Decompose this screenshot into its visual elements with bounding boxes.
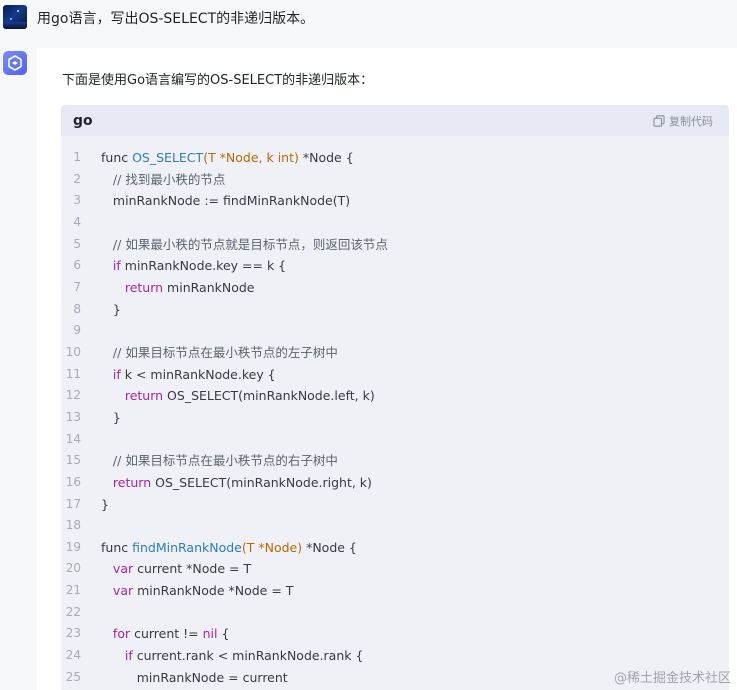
code-line-text: func findMinRankNode(T *Node) *Node { (101, 539, 357, 555)
line-number: 25 (65, 669, 81, 684)
line-number: 7 (73, 279, 81, 294)
watermark: @稀土掘金技术社区 (613, 671, 731, 686)
code-line: 23 for current != nil { (61, 623, 729, 645)
line-number: 22 (65, 604, 81, 619)
code-line: 13 } (61, 407, 729, 429)
star-dot (10, 18, 12, 20)
code-line-text: return OS_SELECT(minRankNode.right, k) (112, 474, 372, 490)
code-line-text: return minRankNode (124, 279, 255, 295)
line-number: 20 (65, 561, 81, 576)
star-dot (17, 10, 19, 12)
assistant-avatar (3, 51, 27, 75)
code-body[interactable]: 1 func OS_SELECT(T *Node, k int) *Node { 2… (61, 136, 729, 688)
code-line: 11 if k < minRankNode.key { (61, 364, 729, 386)
code-line: 1 func OS_SELECT(T *Node, k int) *Node { (61, 147, 729, 169)
code-line: 10 // 如果目标节点在最小秩节点的左子树中 (61, 342, 729, 364)
code-line-text: // 如果最小秩的节点就是目标节点，则返回该节点 (112, 236, 388, 252)
line-number: 4 (73, 214, 81, 229)
line-number: 3 (73, 193, 81, 208)
chat-page: 用go语言，写出OS-SELECT的非递归版本。 下面是使用Go语言编写的OS-… (0, 0, 737, 690)
code-line-text: minRankNode = current (101, 669, 288, 685)
code-line: 5 // 如果最小秩的节点就是目标节点，则返回该节点 (61, 234, 729, 256)
line-number: 12 (65, 388, 81, 403)
code-line-text: minRankNode := findMinRankNode(T) (101, 193, 351, 209)
line-number: 18 (65, 518, 81, 533)
line-number: 10 (65, 344, 81, 359)
line-number: 8 (73, 301, 81, 316)
code-line-text: var minRankNode *Node = T (112, 583, 294, 599)
code-line-text: return OS_SELECT(minRankNode.left, k) (124, 388, 375, 404)
code-line: 7 return minRankNode (61, 277, 729, 299)
line-number: 2 (73, 171, 81, 186)
line-number: 19 (65, 539, 81, 554)
code-line: 20 var current *Node = T (61, 558, 729, 580)
line-number: 11 (65, 366, 81, 381)
code-line: 9 (61, 320, 729, 342)
code-line: 8 } (61, 299, 729, 321)
code-line-text: var current *Node = T (112, 561, 252, 577)
code-line-text: func OS_SELECT(T *Node, k int) *Node { (101, 150, 354, 165)
code-line-text: // 找到最小秩的节点 (112, 171, 226, 187)
line-number: 23 (65, 626, 81, 641)
user-message-text: 用go语言，写出OS-SELECT的非递归版本。 (37, 11, 315, 27)
code-line: 16 return OS_SELECT(minRankNode.right, k… (61, 472, 729, 494)
copy-code-label: 复制代码 (669, 115, 713, 128)
line-number: 21 (65, 583, 81, 598)
line-number: 17 (65, 496, 81, 511)
code-block: go 复制代码 1 func OS_SELECT(T *Node, k int) … (61, 105, 729, 690)
code-line-text: } (101, 301, 121, 317)
user-avatar[interactable] (3, 5, 27, 29)
line-number: 24 (65, 648, 81, 663)
line-number: 14 (65, 431, 81, 446)
code-line: 24 if current.rank < minRankNode.rank { (61, 645, 729, 667)
code-line-text: // 如果目标节点在最小秩节点的右子树中 (112, 453, 338, 469)
code-line-text: } (101, 409, 121, 425)
mountain-ridge (3, 22, 27, 29)
code-line: 18 (61, 515, 729, 537)
line-number: 13 (65, 409, 81, 424)
code-line: 22 (61, 602, 729, 624)
code-line-text: for current != nil { (112, 626, 230, 642)
assistant-intro-text: 下面是使用Go语言编写的OS-SELECT的非递归版本： (62, 73, 374, 88)
line-number: 16 (65, 474, 81, 489)
code-line-text: if minRankNode.key == k { (112, 258, 287, 274)
line-number: 5 (73, 236, 81, 251)
code-line-text: // 如果目标节点在最小秩节点的左子树中 (112, 344, 338, 360)
code-line: 15 // 如果目标节点在最小秩节点的右子树中 (61, 450, 729, 472)
line-number: 1 (73, 150, 81, 164)
line-number: 6 (73, 258, 81, 273)
code-line: 17} (61, 494, 729, 516)
cube-logo-icon (8, 55, 22, 71)
code-line: 3 minRankNode := findMinRankNode(T) (61, 190, 729, 212)
code-line: 6 if minRankNode.key == k { (61, 255, 729, 277)
code-line: 2 // 找到最小秩的节点 (61, 169, 729, 191)
code-line-text: } (101, 496, 109, 512)
code-line-text: if k < minRankNode.key { (112, 366, 276, 382)
line-number: 15 (65, 453, 81, 468)
user-message-row: 用go语言，写出OS-SELECT的非递归版本。 (0, 0, 737, 38)
code-language-label: go (73, 113, 93, 129)
code-line-text: if current.rank < minRankNode.rank { (124, 648, 364, 664)
code-line: 14 (61, 429, 729, 451)
copy-icon (653, 115, 665, 127)
code-line: 19 func findMinRankNode(T *Node) *Node { (61, 537, 729, 559)
line-number: 9 (73, 323, 81, 338)
code-line: 21 var minRankNode *Node = T (61, 580, 729, 602)
code-block-header: go 复制代码 (61, 105, 729, 136)
code-line: 12 return OS_SELECT(minRankNode.left, k) (61, 385, 729, 407)
code-line: 4 (61, 212, 729, 234)
copy-code-button[interactable]: 复制代码 (653, 113, 713, 129)
